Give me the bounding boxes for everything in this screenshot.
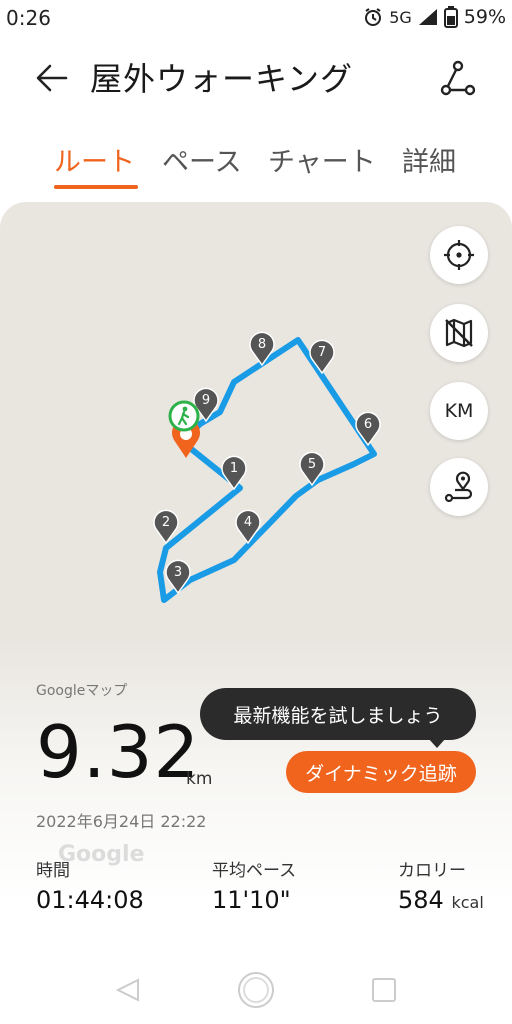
route-marker-label: 2 [162,515,170,530]
route-marker-6: 6 [355,411,381,447]
signal-icon [418,9,437,25]
route-share-icon [440,60,476,96]
nav-back-icon[interactable] [106,968,150,1012]
crosshair-icon [444,240,474,270]
route-marker-label: 6 [364,417,372,432]
route-marker-label: 3 [174,565,182,580]
tab-chart[interactable]: チャート [268,140,376,179]
map-source-label: Googleマップ [36,683,128,699]
map-off-icon [445,318,473,348]
dynamic-tracking-button[interactable]: ダイナミック追跡 [286,751,476,793]
unit-toggle-button[interactable]: KM [430,382,488,440]
alarm-icon [365,8,382,26]
distance-value: 9.32 [36,710,201,794]
distance-unit: km [186,769,213,789]
calories-number: 584 [398,886,444,914]
tab-pace[interactable]: ペース [162,140,242,179]
battery-icon [443,6,458,28]
tab-active-indicator [54,185,138,189]
tab-route[interactable]: ルート [54,140,135,179]
route-view-button[interactable] [430,458,488,516]
route-pin-icon [444,471,473,503]
map-style-button[interactable] [430,304,488,362]
route-marker-8: 8 [249,331,275,367]
start-walk-icon [168,400,200,432]
app-header: 屋外ウォーキング [0,48,512,108]
route-marker-1: 1 [221,455,247,491]
tooltip-tail [428,738,446,748]
nav-recents-icon[interactable] [362,968,406,1012]
tab-bar: ルート ペース チャート 詳細 [0,140,512,196]
route-marker-5: 5 [299,451,325,487]
stat-time-label: 時間 [36,861,70,881]
route-marker-label: 7 [318,345,326,360]
stat-time-value: 01:44:08 [36,886,144,914]
locate-button[interactable] [430,226,488,284]
back-button[interactable] [34,60,74,96]
route-marker-3: 3 [165,559,191,595]
route-share-button[interactable] [438,58,478,98]
system-nav-bar [0,960,512,1024]
unit-label: KM [444,400,474,422]
route-marker-label: 4 [244,515,252,530]
network-label: 5G [389,7,412,27]
google-watermark: Google [58,842,145,867]
route-marker-4: 4 [235,509,261,545]
workout-date: 2022年6月24日 22:22 [36,812,207,831]
nav-home-icon[interactable] [234,968,278,1012]
stat-calories-label: カロリー [398,861,466,881]
battery-level: 59% [463,6,506,28]
page-title: 屋外ウォーキング [90,60,354,98]
route-marker-label: 9 [202,393,210,408]
arrow-left-icon [36,64,68,92]
route-marker-label: 5 [308,457,316,472]
status-bar: 0:26 5G 59% [0,0,512,38]
feature-tooltip: 最新機能を試しましょう [200,688,476,740]
status-icons: 5G 59% [363,6,506,28]
route-marker-label: 1 [230,461,238,476]
status-time: 0:26 [6,6,51,30]
stat-pace-value: 11'10" [212,886,291,914]
stat-pace-label: 平均ペース [212,861,297,881]
route-map[interactable]: 1 2 3 4 5 6 7 8 9 KM Googleマップ Google 最新機能を試しましょ… [0,202,512,1024]
route-marker-7: 7 [309,339,335,375]
calories-unit: kcal [451,893,484,912]
tab-details[interactable]: 詳細 [402,140,456,179]
route-marker-2: 2 [153,509,179,545]
stat-calories-value: 584 kcal [398,886,484,914]
route-marker-label: 8 [258,337,266,352]
